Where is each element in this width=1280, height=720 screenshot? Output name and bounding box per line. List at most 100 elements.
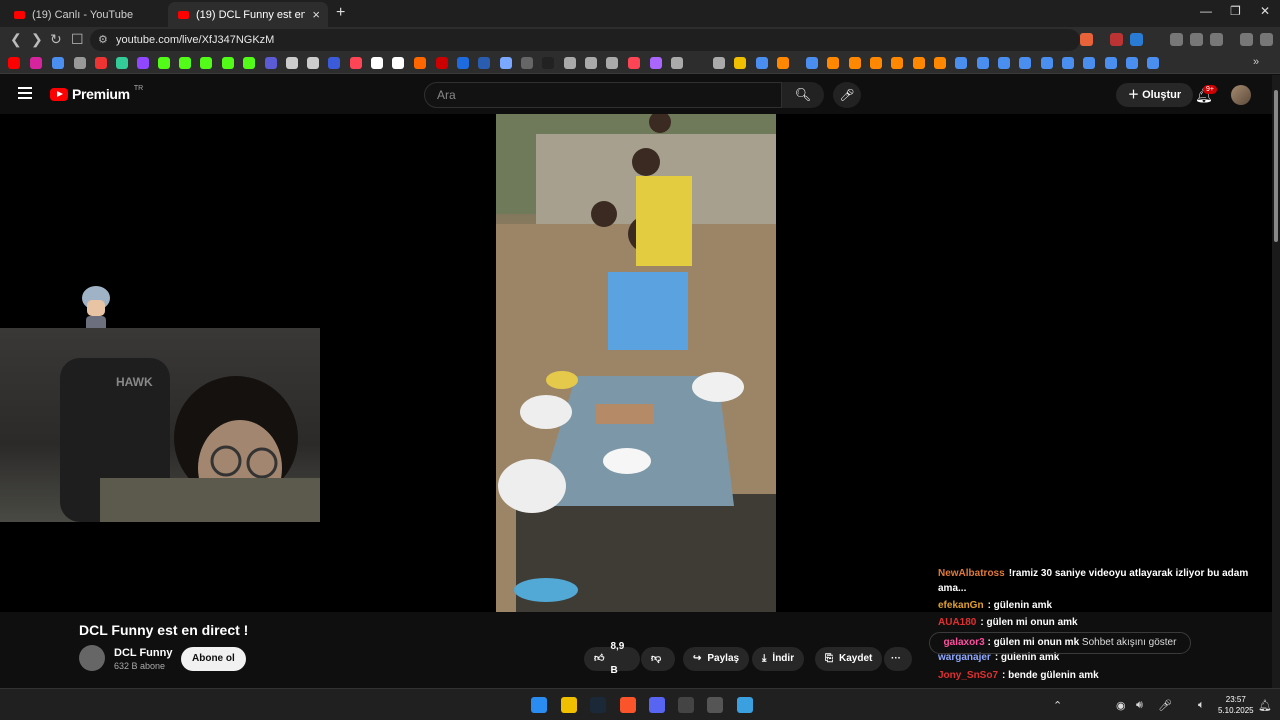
microphone-tray-icon[interactable]: 🎤︎ [1158, 699, 1172, 712]
bookmark-icon[interactable] [478, 57, 490, 69]
bookmark-icon[interactable] [713, 57, 725, 69]
bookmark-steam-icon[interactable] [1062, 57, 1074, 69]
chat-username[interactable]: NewAlbatross [938, 568, 1005, 579]
bookmark-instagram-icon[interactable] [30, 57, 42, 69]
bookmark-folder-icon[interactable] [734, 57, 746, 69]
system-clock[interactable]: 23:57 5.10.2025 [1218, 694, 1254, 716]
bookmark-icon[interactable] [414, 57, 426, 69]
sound-icon[interactable]: 🔈︎ [1198, 699, 1205, 712]
bookmark-icon[interactable] [286, 57, 298, 69]
reload-button[interactable]: ↻ [50, 31, 62, 48]
bookmark-steam-icon[interactable] [806, 57, 818, 69]
close-button[interactable]: ✕ [1260, 4, 1270, 18]
forward-button[interactable]: ❯ [31, 31, 43, 48]
bookmark-steam-icon[interactable] [1147, 57, 1159, 69]
maximize-button[interactable]: ❐ [1230, 4, 1241, 18]
more-bookmarks-icon[interactable]: » [1253, 56, 1259, 68]
show-chat-button[interactable]: galaxor3 : gülen mi onun mk Sohbet akışı… [929, 632, 1191, 654]
chat-username[interactable]: efekanGn [938, 600, 984, 611]
brave-shield-icon[interactable] [1080, 33, 1093, 46]
bookmark-icon[interactable] [265, 57, 277, 69]
discord-icon[interactable] [649, 697, 665, 713]
bookmark-amazon-icon[interactable] [392, 57, 404, 69]
channel-name[interactable]: DCL Funny [114, 647, 172, 659]
bookmark-page-button[interactable]: ☐ [71, 31, 84, 48]
extensions-puzzle-icon[interactable] [1190, 33, 1203, 46]
app-icon[interactable] [707, 697, 723, 713]
bookmark-icon[interactable] [891, 57, 903, 69]
save-button[interactable]: ⎘ Kaydet [815, 647, 883, 671]
volume-icon[interactable]: 🔊︎ [1136, 699, 1143, 712]
tab-canli[interactable]: (19) Canlı - YouTube [4, 2, 169, 27]
address-bar[interactable]: ⚙ youtube.com/live/XfJ347NGKzM [90, 29, 1080, 51]
bookmark-icon[interactable] [913, 57, 925, 69]
windows-start-icon[interactable] [531, 697, 547, 713]
back-button[interactable]: ❮ [10, 31, 22, 48]
bookmark-youtube-icon[interactable] [8, 57, 20, 69]
bookmark-icon[interactable] [650, 57, 662, 69]
video-frame[interactable] [496, 114, 776, 612]
youtube-logo[interactable]: Premium TR [50, 85, 143, 102]
bookmark-icon[interactable] [52, 57, 64, 69]
site-info-icon[interactable]: ⚙ [98, 33, 108, 46]
like-button[interactable]: 👍︎ 8,9 B [584, 641, 640, 676]
bookmark-steam-icon[interactable] [1105, 57, 1117, 69]
bookmark-steam-icon[interactable] [1041, 57, 1053, 69]
download-button[interactable]: ⤓ İndir [752, 647, 805, 671]
bookmark-icon[interactable] [222, 57, 234, 69]
search-input[interactable]: Ara [424, 82, 782, 108]
bookmark-icon[interactable] [500, 57, 512, 69]
minimize-button[interactable]: — [1200, 4, 1212, 18]
new-tab-button[interactable]: + [336, 4, 345, 22]
brave-browser-icon[interactable] [620, 697, 636, 713]
steam-icon[interactable] [590, 697, 606, 713]
share-button[interactable]: ↪ Paylaş [683, 647, 750, 671]
voice-search-button[interactable]: 🎤︎ [833, 82, 861, 108]
bookmark-icon[interactable] [777, 57, 789, 69]
media-icon[interactable] [1240, 33, 1253, 46]
extension-icon[interactable] [1170, 33, 1183, 46]
bookmark-steam-icon[interactable] [955, 57, 967, 69]
bookmark-steam-icon[interactable] [1083, 57, 1095, 69]
bookmark-icon[interactable] [564, 57, 576, 69]
search-button[interactable]: 🔍︎ [782, 82, 824, 108]
extension-icon[interactable] [1130, 33, 1143, 46]
bookmark-icon[interactable] [74, 57, 86, 69]
file-explorer-icon[interactable] [561, 697, 577, 713]
bookmark-steam-icon[interactable] [998, 57, 1010, 69]
bookmark-icon[interactable] [849, 57, 861, 69]
bookmark-icon[interactable] [436, 57, 448, 69]
more-actions-button[interactable]: ··· [884, 647, 912, 671]
bookmark-icon[interactable] [671, 57, 683, 69]
bookmark-icon[interactable] [243, 57, 255, 69]
bookmark-icon[interactable] [328, 57, 340, 69]
hamburger-menu-icon[interactable] [18, 87, 32, 102]
app-icon[interactable] [678, 697, 694, 713]
extension-icon[interactable] [1110, 33, 1123, 46]
channel-avatar[interactable] [79, 645, 105, 671]
account-avatar[interactable] [1231, 85, 1251, 105]
bookmark-icon[interactable] [827, 57, 839, 69]
subscribe-button[interactable]: Abone ol [181, 647, 246, 671]
create-button[interactable]: ＋ Oluştur [1116, 83, 1194, 107]
bookmark-kick-icon[interactable] [179, 57, 191, 69]
bookmark-drive-icon[interactable] [116, 57, 128, 69]
bookmark-kick-icon[interactable] [200, 57, 212, 69]
chat-username[interactable]: Jony_SnSo7 [938, 670, 998, 681]
bookmark-steam-icon[interactable] [756, 57, 768, 69]
tray-steam-icon[interactable]: ◉ [1116, 699, 1126, 712]
bookmark-reddit-icon[interactable] [350, 57, 362, 69]
bookmark-icon[interactable] [870, 57, 882, 69]
bookmark-steam-icon[interactable] [977, 57, 989, 69]
notifications-icon[interactable]: 🔔︎ [1258, 699, 1272, 712]
tab-dcl-funny[interactable]: (19) DCL Funny est en direct ! - Y × [168, 2, 328, 27]
bookmark-icon[interactable] [606, 57, 618, 69]
bookmark-kick-icon[interactable] [158, 57, 170, 69]
bookmark-x-icon[interactable] [307, 57, 319, 69]
sidebar-icon[interactable] [1210, 33, 1223, 46]
bookmark-icon[interactable] [371, 57, 383, 69]
app-icon[interactable] [737, 697, 753, 713]
bookmark-icon[interactable] [95, 57, 107, 69]
tray-overflow-icon[interactable]: ⌃ [1053, 699, 1062, 712]
dislike-button[interactable]: 👎︎ [641, 647, 675, 671]
